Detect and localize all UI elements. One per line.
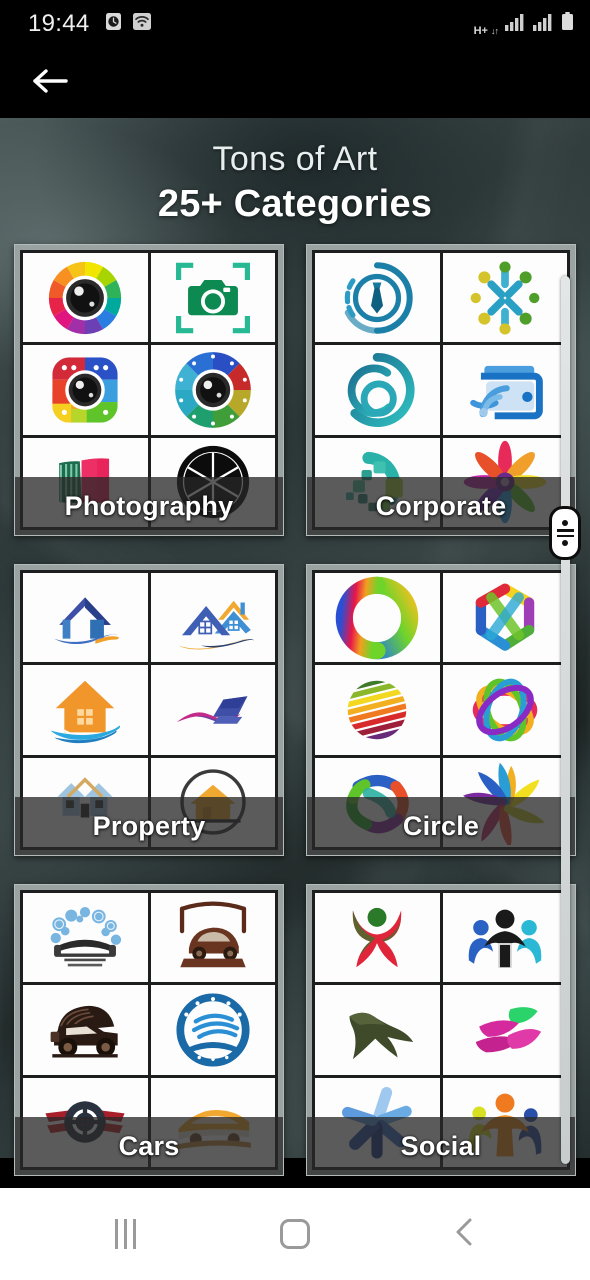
logo-orange-sports-car [150,1077,275,1167]
network-type-label: H+ [473,25,488,37]
scrollbar-track[interactable] [561,276,570,1164]
status-bar-clock: 19:44 [28,10,90,37]
logo-necktie-in-circle [315,253,440,343]
logo-red-wings-steering-wheel [23,1077,148,1167]
logo-green-camera-focus-frame [150,253,275,343]
logo-red-green-person-figure [315,893,440,983]
status-bar-right-icons: H+ ↓↑ [473,12,574,37]
category-card-photography[interactable]: Photography [14,244,284,536]
toolbar-back-button[interactable] [24,57,76,109]
logo-blue-pinwheel-people [315,1077,440,1167]
category-thumbnail-grid [312,250,570,530]
scrollbar-thumb-line [556,534,574,537]
status-bar-left-icons [104,12,152,36]
category-thumbnail-grid [312,570,570,850]
categories-screen: Tons of Art 25+ Categories Photography C… [0,118,590,1190]
logo-rainbow-gradient-ring [315,573,440,663]
logo-purple-wave-roof [150,665,275,755]
logo-two-small-houses [23,757,148,847]
category-card-corporate[interactable]: Corporate [306,244,576,536]
logo-blue-car-wave-circle [150,985,275,1075]
back-button[interactable] [422,1204,508,1264]
logo-rainbow-square-camera-app [23,345,148,435]
logo-pixel-squares-arc [315,437,440,527]
recents-button[interactable] [82,1204,168,1264]
category-card-property[interactable]: Property [14,564,284,856]
logo-orange-house-blue-swoosh [23,665,148,755]
battery-icon [561,12,574,36]
category-grid: Photography Corporate Property Circle Ca… [0,244,590,1176]
category-card-circle[interactable]: Circle [306,564,576,856]
logo-twin-roof-homes-orange-blue [150,573,275,663]
logo-rainbow-star-flower [442,437,567,527]
logo-blue-wallet-wifi [442,345,567,435]
logo-green-blue-twist-ring [315,757,440,847]
recents-icon [114,1219,136,1249]
network-arrows-label: ↓↑ [491,26,499,36]
logo-woven-color-loops [442,665,567,755]
logo-car-wash-bubbles [23,893,148,983]
logo-flying-bird-silhouette [315,985,440,1075]
logo-color-wheel-camera-lens [23,253,148,343]
page-title-line2: 25+ Categories [157,183,433,225]
logo-blue-house-roof-swoosh [23,573,148,663]
home-button[interactable] [252,1204,338,1264]
logo-teal-swirl-spiral [315,345,440,435]
logo-striped-rainbow-sphere [315,665,440,755]
home-icon [280,1219,310,1249]
page-title: Tons of Art 25+ Categories [0,118,590,226]
category-thumbnail-grid [20,890,278,1170]
category-card-social[interactable]: Social [306,884,576,1176]
arrow-left-icon [30,65,70,102]
scrollbar-thumb-line [556,529,574,532]
wifi-icon [132,12,152,36]
signal-bars-icon-1 [505,13,526,36]
category-thumbnail-grid [20,250,278,530]
app-toolbar [0,48,590,118]
logo-film-reel-lens-petals [150,345,275,435]
scrollbar-thumb-dot-bottom [562,540,568,546]
category-thumbnail-grid [20,570,278,850]
alarm-clock-icon [104,12,123,36]
logo-brown-vintage-beetle [150,893,275,983]
page-title-line1: Tons of Art [212,140,378,178]
logo-black-aperture-shutter [150,437,275,527]
chevron-left-icon [452,1216,478,1253]
category-card-cars[interactable]: Cars [14,884,284,1176]
network-type-icon: H+ ↓↑ [473,25,499,37]
logo-teamwork-people-burst [442,253,567,343]
logo-twisted-color-hexagon-ring [442,573,567,663]
android-navigation-bar [0,1188,590,1280]
logo-pink-green-leaves-swoosh [442,985,567,1075]
category-thumbnail-grid [312,890,570,1170]
logo-rainbow-pinwheel-fan [442,757,567,847]
scrollbar-thumb[interactable] [549,506,581,560]
signal-bars-icon-2 [533,13,554,36]
logo-black-classic-car [23,985,148,1075]
logo-family-group-figures [442,1077,567,1167]
logo-three-people-raised-arms [442,893,567,983]
status-bar: 19:44 H+ ↓↑ [0,0,590,48]
logo-house-in-circle-ring [150,757,275,847]
logo-pink-green-brush-stroke [23,437,148,527]
scrollbar-thumb-dot-top [562,520,568,526]
